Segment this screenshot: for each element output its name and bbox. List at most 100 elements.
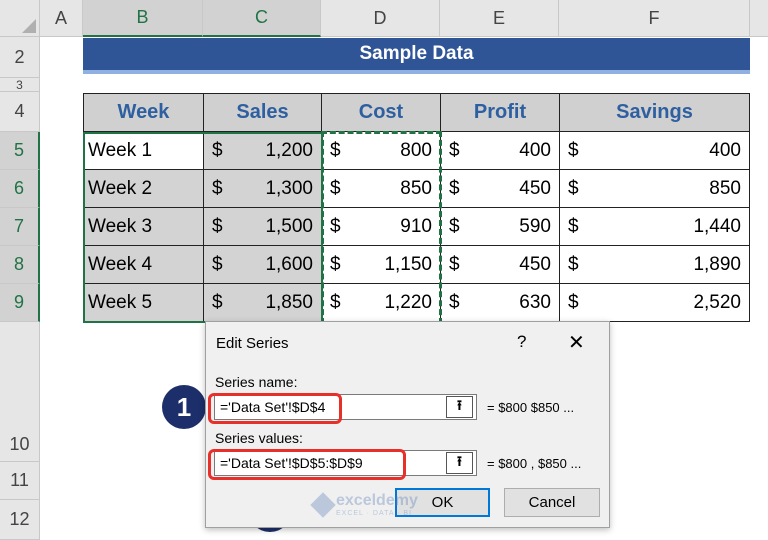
data-table: Week Sales Cost Profit Savings Week 1 $1,… [83,93,750,324]
cell-week[interactable]: Week 4 [84,246,204,284]
highlight-series-name [208,393,342,424]
series-values-preview: = $800 , $850 ... [487,456,582,471]
header-cost[interactable]: Cost [322,94,441,132]
series-values-collapse-button[interactable]: ⭱ [446,452,473,474]
cell-value: 1,890 [693,253,741,275]
row-header-4[interactable]: 4 [0,92,40,132]
cell-cost[interactable]: $1,150 [322,246,441,284]
help-button[interactable]: ? [517,332,526,352]
currency-symbol: $ [212,215,223,237]
collapse-arrow-icon: ⭱ [457,453,462,469]
cell-value: 2,520 [693,291,741,313]
header-sales[interactable]: Sales [204,94,322,132]
cell-value: 1,500 [265,215,313,237]
cell-value: 910 [400,215,432,237]
currency-symbol: $ [212,291,223,313]
cell-sales[interactable]: $1,300 [204,170,322,208]
currency-symbol: $ [568,177,579,199]
row-header-8[interactable]: 8 [0,246,40,284]
highlight-series-values [208,449,406,480]
watermark-logo-icon [310,491,336,518]
currency-symbol: $ [568,291,579,313]
title-banner[interactable]: Sample Data [83,38,750,74]
row-header-9[interactable]: 9 [0,284,40,322]
cell-week[interactable]: Week 3 [84,208,204,246]
cell-value: 1,200 [265,139,313,161]
currency-symbol: $ [449,253,460,275]
cell-value: 1,600 [265,253,313,275]
header-profit[interactable]: Profit [441,94,560,132]
row-header-2[interactable]: 2 [0,37,40,78]
currency-symbol: $ [330,177,341,199]
cell-cost[interactable]: $910 [322,208,441,246]
cell-value: 800 [400,139,432,161]
column-header-e[interactable]: E [440,0,559,37]
page-title: Sample Data [359,43,474,64]
column-header-f[interactable]: F [559,0,750,37]
currency-symbol: $ [330,253,341,275]
cell-value: 400 [709,139,741,161]
cell-sales[interactable]: $1,850 [204,284,322,322]
currency-symbol: $ [449,177,460,199]
column-header-a[interactable]: A [40,0,83,37]
column-header-next[interactable] [750,0,768,37]
currency-symbol: $ [212,253,223,275]
row-header-10[interactable]: 10 [0,322,40,462]
row-header-3[interactable]: 3 [0,78,40,92]
cell-value: 450 [519,177,551,199]
cell-value: 590 [519,215,551,237]
cell-value: 1,220 [384,291,432,313]
cancel-button[interactable]: Cancel [504,488,600,517]
cell-profit[interactable]: $450 [441,246,560,284]
column-header-c[interactable]: C [203,0,321,37]
cell-savings[interactable]: $1,440 [560,208,750,246]
callout-badge-1: 1 [162,385,206,429]
cell-value: 450 [519,253,551,275]
currency-symbol: $ [568,215,579,237]
cell-week[interactable]: Week 5 [84,284,204,322]
cell-savings[interactable]: $1,890 [560,246,750,284]
column-header-b[interactable]: B [83,0,203,37]
cell-profit[interactable]: $590 [441,208,560,246]
cell-profit[interactable]: $400 [441,132,560,170]
cell-sales[interactable]: $1,600 [204,246,322,284]
cell-week[interactable]: Week 1 [84,132,204,170]
dialog-title: Edit Series [216,335,289,352]
select-all-corner[interactable] [0,0,40,37]
cell-value: 1,300 [265,177,313,199]
close-icon[interactable]: ✕ [568,330,585,355]
cell-sales[interactable]: $1,500 [204,208,322,246]
currency-symbol: $ [330,215,341,237]
header-week[interactable]: Week [84,94,204,132]
currency-symbol: $ [330,291,341,313]
cell-value: 400 [519,139,551,161]
cell-savings[interactable]: $400 [560,132,750,170]
series-name-collapse-button[interactable]: ⭱ [446,396,473,418]
series-name-preview: = $800 $850 ... [487,400,575,415]
cell-sales[interactable]: $1,200 [204,132,322,170]
cell-value: 1,850 [265,291,313,313]
currency-symbol: $ [449,215,460,237]
cell-savings[interactable]: $850 [560,170,750,208]
cell-profit[interactable]: $630 [441,284,560,322]
row-header-7[interactable]: 7 [0,208,40,246]
cell-value: 1,150 [384,253,432,275]
cell-cost[interactable]: $800 [322,132,441,170]
series-name-label: Series name: [215,374,298,390]
cell-savings[interactable]: $2,520 [560,284,750,322]
row-header-12[interactable]: 12 [0,500,40,540]
cell-profit[interactable]: $450 [441,170,560,208]
row-header-5[interactable]: 5 [0,132,40,170]
header-savings[interactable]: Savings [560,94,750,132]
currency-symbol: $ [449,291,460,313]
currency-symbol: $ [212,139,223,161]
ok-button[interactable]: OK [395,488,490,517]
cell-cost[interactable]: $850 [322,170,441,208]
column-header-d[interactable]: D [321,0,440,37]
row-header-6[interactable]: 6 [0,170,40,208]
cell-cost[interactable]: $1,220 [322,284,441,322]
currency-symbol: $ [212,177,223,199]
cell-week[interactable]: Week 2 [84,170,204,208]
row-header-11[interactable]: 11 [0,462,40,500]
cell-value: 850 [400,177,432,199]
